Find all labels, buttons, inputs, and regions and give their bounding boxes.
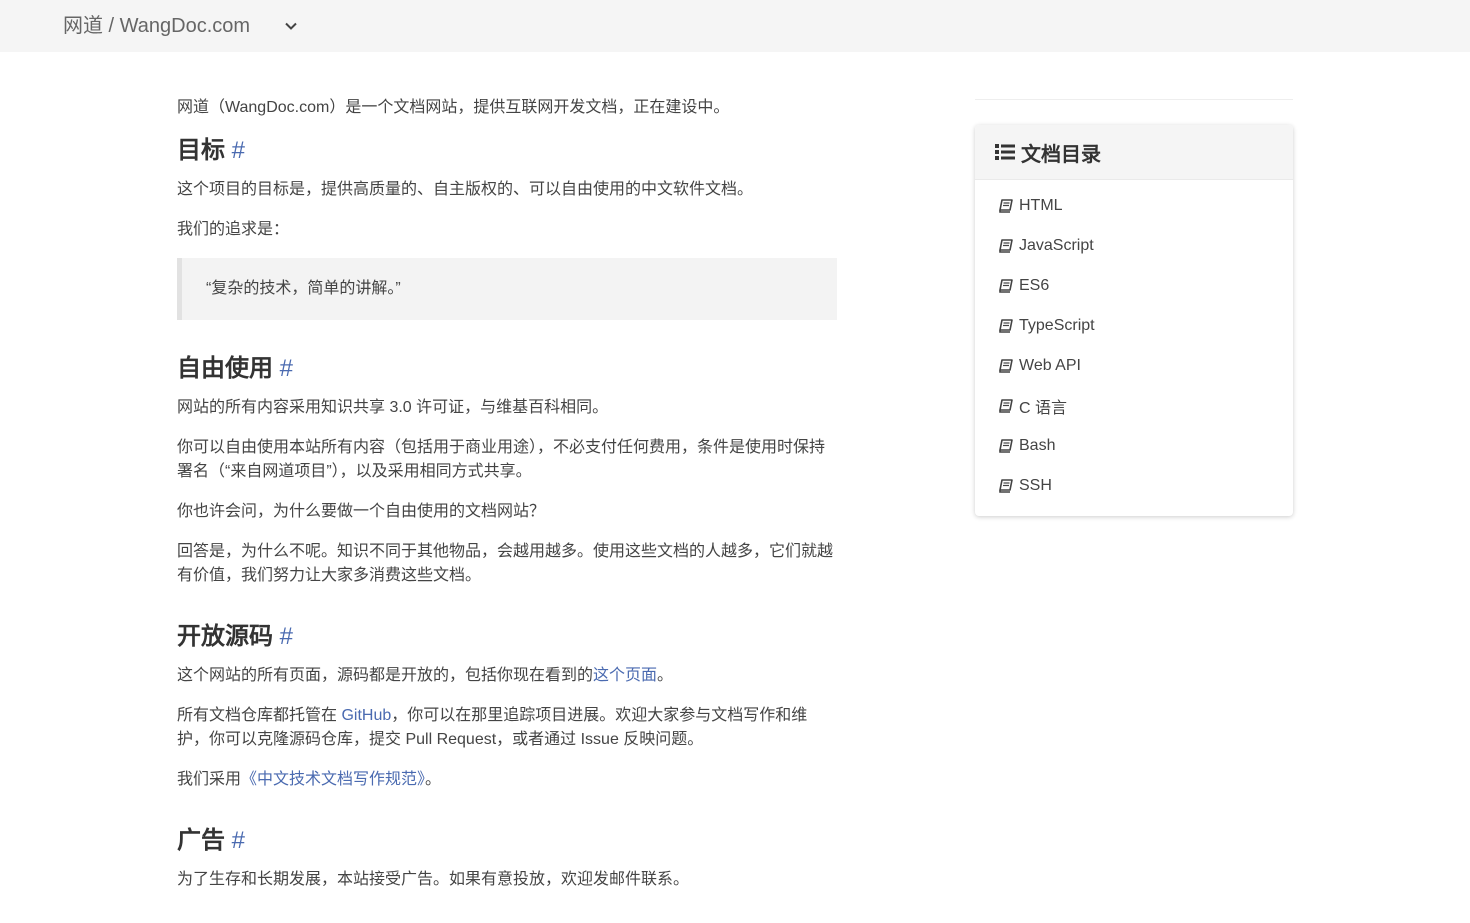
toc-item-label: TypeScript bbox=[1019, 317, 1095, 334]
toc-item-html[interactable]: HTML bbox=[975, 186, 1293, 226]
text-span: 我们采用 bbox=[177, 771, 242, 788]
text-span: 这个网站的所有页面，源码都是开放的，包括你现在看到的 bbox=[177, 667, 594, 684]
toc-item-c[interactable]: C 语言 bbox=[975, 386, 1293, 426]
paragraph: 我们采用《中文技术文档写作规范》。 bbox=[177, 768, 837, 792]
toc-item-javascript[interactable]: JavaScript bbox=[975, 226, 1293, 266]
book-icon bbox=[999, 479, 1013, 493]
this-page-link[interactable]: 这个页面 bbox=[593, 667, 657, 684]
toc-item-label: JavaScript bbox=[1019, 237, 1094, 254]
paragraph: 你也许会问，为什么要做一个自由使用的文档网站？ bbox=[177, 503, 546, 520]
section-title: 广告 bbox=[177, 827, 225, 854]
main-content: 网道（WangDoc.com）是一个文档网站，提供互联网开发文档，正在建设中。 … bbox=[177, 96, 837, 908]
section-title: 目标 bbox=[177, 137, 225, 164]
toc-item-typescript[interactable]: TypeScript bbox=[975, 306, 1293, 346]
toc-item-label: Web API bbox=[1019, 357, 1081, 374]
blockquote: “复杂的技术，简单的讲解。” bbox=[177, 258, 837, 320]
toc-item-label: SSH bbox=[1019, 477, 1052, 494]
toc-header: 文档目录 bbox=[975, 125, 1293, 180]
top-navbar: 网道 / WangDoc.com bbox=[0, 0, 1470, 52]
paragraph: 所有文档仓库都托管在 GitHub，你可以在那里追踪项目进展。欢迎大家参与文档写… bbox=[177, 704, 837, 752]
github-link[interactable]: GitHub bbox=[341, 707, 391, 724]
toc-title: 文档目录 bbox=[1021, 143, 1101, 166]
book-icon bbox=[999, 279, 1013, 293]
paragraph: 为了生存和长期发展，本站接受广告。如果有意投放，欢迎发邮件联系。 bbox=[177, 871, 690, 888]
section-heading-goal: 目标 # bbox=[177, 136, 837, 166]
site-title[interactable]: 网道 / WangDoc.com bbox=[63, 13, 250, 39]
paragraph: 网站的所有内容采用知识共享 3.0 许可证，与维基百科相同。 bbox=[177, 399, 609, 416]
book-icon bbox=[999, 439, 1013, 453]
paragraph: 我们的追求是： bbox=[177, 221, 290, 238]
section-heading-ads: 广告 # bbox=[177, 826, 837, 856]
book-icon bbox=[999, 399, 1013, 413]
toc-item-bash[interactable]: Bash bbox=[975, 426, 1293, 466]
heading-anchor-link[interactable]: # bbox=[232, 137, 245, 164]
toc-item-label: ES6 bbox=[1019, 277, 1050, 294]
section-title: 自由使用 bbox=[177, 355, 273, 382]
book-icon bbox=[999, 239, 1013, 253]
book-icon bbox=[999, 359, 1013, 373]
section-heading-free-use: 自由使用 # bbox=[177, 354, 837, 384]
paragraph: 你可以自由使用本站所有内容（包括用于商业用途），不必支付任何费用，条件是使用时保… bbox=[177, 439, 826, 480]
book-icon bbox=[999, 199, 1013, 213]
heading-anchor-link[interactable]: # bbox=[280, 623, 293, 650]
paragraph: 这个项目的目标是，提供高质量的、自主版权的、可以自由使用的中文软件文档。 bbox=[177, 181, 754, 198]
toc-item-label: HTML bbox=[1019, 197, 1063, 214]
heading-anchor-link[interactable]: # bbox=[232, 827, 245, 854]
heading-anchor-link[interactable]: # bbox=[280, 355, 293, 382]
toc-item-label: C 语言 bbox=[1019, 400, 1068, 417]
paragraph: 这个网站的所有页面，源码都是开放的，包括你现在看到的这个页面。 bbox=[177, 664, 837, 688]
writing-style-guide-link[interactable]: 《中文技术文档写作规范》 bbox=[241, 771, 425, 788]
toc-item-label: Bash bbox=[1019, 437, 1056, 454]
chevron-down-icon[interactable] bbox=[283, 18, 299, 34]
toc-item-ssh[interactable]: SSH bbox=[975, 466, 1293, 506]
text-span: 所有文档仓库都托管在 bbox=[177, 707, 342, 724]
book-icon bbox=[999, 319, 1013, 333]
toc-item-es6[interactable]: ES6 bbox=[975, 266, 1293, 306]
paragraph: 回答是，为什么不呢。知识不同于其他物品，会越用越多。使用这些文档的人越多，它们就… bbox=[177, 543, 834, 584]
list-icon bbox=[995, 144, 1015, 160]
section-heading-open-source: 开放源码 # bbox=[177, 622, 837, 652]
toc-list: HTML JavaScript ES6 TypeScript Web API C… bbox=[975, 180, 1293, 516]
toc-panel: 文档目录 HTML JavaScript ES6 TypeScript Web … bbox=[975, 125, 1293, 516]
section-title: 开放源码 bbox=[177, 623, 273, 650]
intro-paragraph: 网道（WangDoc.com）是一个文档网站，提供互联网开发文档，正在建设中。 bbox=[177, 99, 730, 116]
text-span: 。 bbox=[657, 667, 674, 684]
sidebar-divider bbox=[975, 99, 1293, 100]
toc-item-web-api[interactable]: Web API bbox=[975, 346, 1293, 386]
text-span: 。 bbox=[425, 771, 442, 788]
